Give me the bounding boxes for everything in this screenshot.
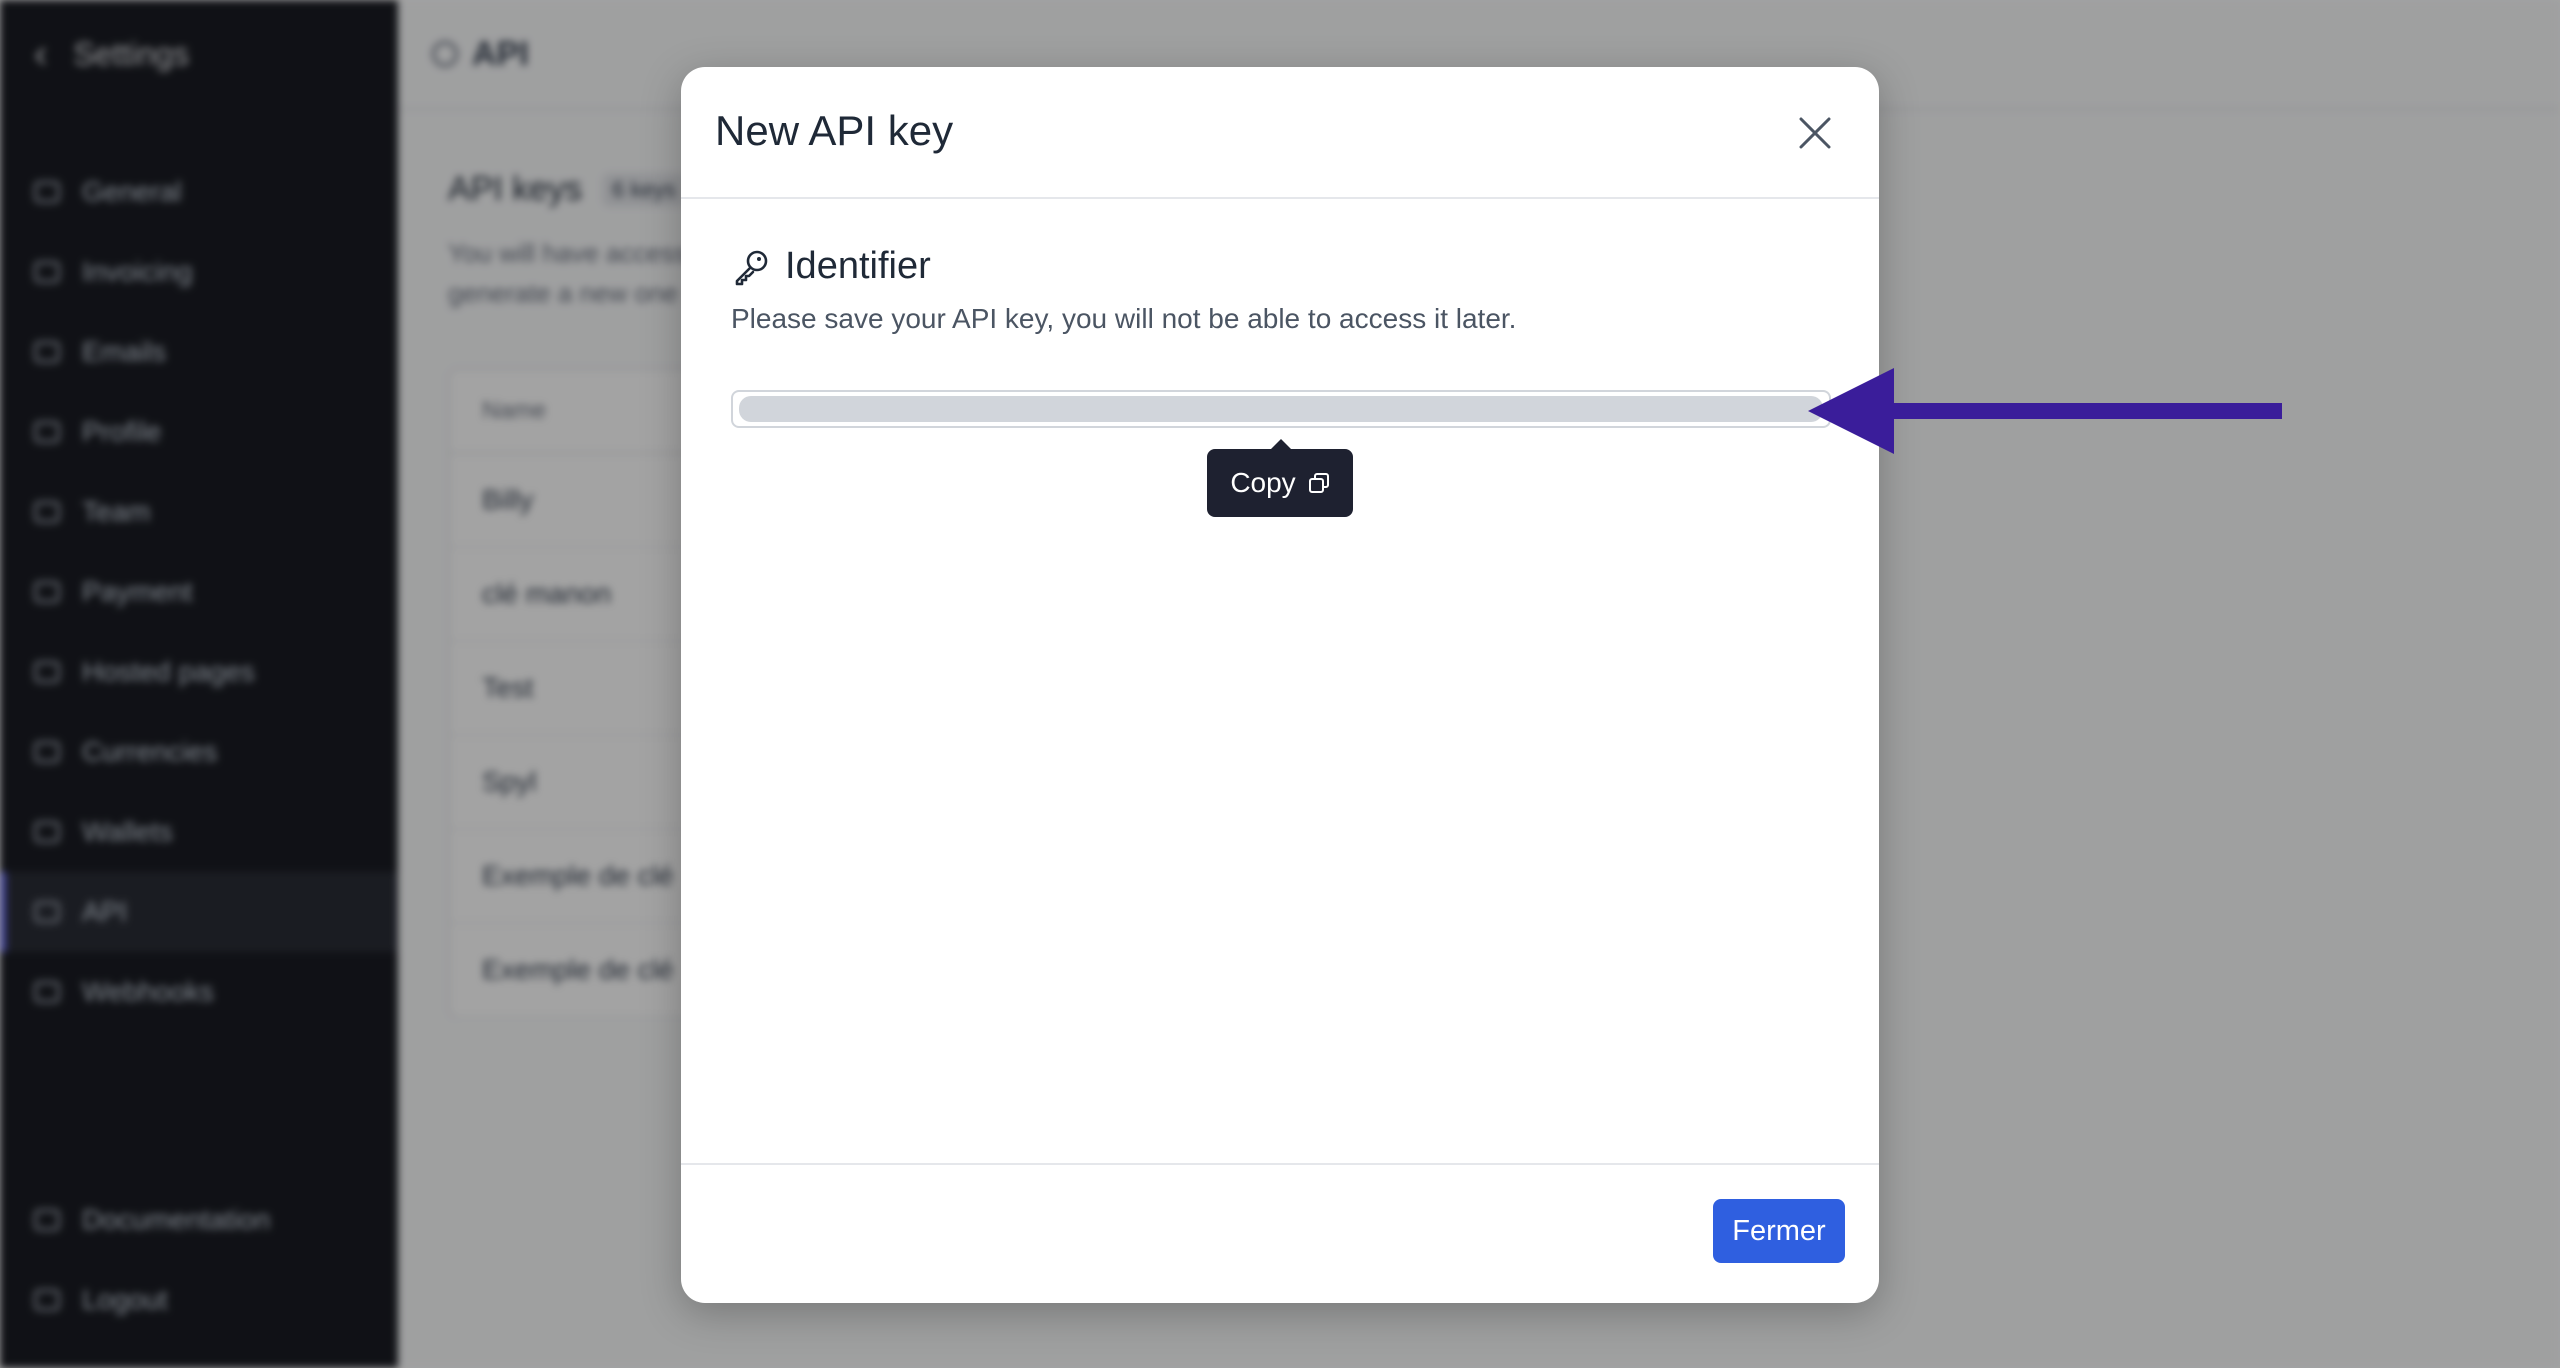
copy-icon: [1308, 473, 1329, 493]
modal-footer: Fermer: [681, 1163, 1879, 1303]
identifier-heading: Identifier: [731, 245, 931, 288]
copy-button[interactable]: Copy: [1207, 439, 1353, 517]
new-api-key-modal: New API key Identifier Please save your …: [681, 67, 1879, 1303]
modal-title: New API key: [715, 107, 954, 154]
copy-label: Copy: [1230, 467, 1296, 498]
save-key-notice: Please save your API key, you will not b…: [731, 303, 1517, 334]
api-key-value-masked: [739, 396, 1823, 422]
modal-header: New API key: [681, 67, 1879, 199]
fermer-button[interactable]: Fermer: [1713, 1199, 1845, 1263]
identifier-label: Identifier: [785, 245, 931, 287]
close-icon[interactable]: [1793, 111, 1837, 155]
annotation-arrow-icon: [1808, 368, 2282, 454]
key-icon: [735, 250, 768, 285]
api-key-field[interactable]: [731, 390, 1831, 428]
